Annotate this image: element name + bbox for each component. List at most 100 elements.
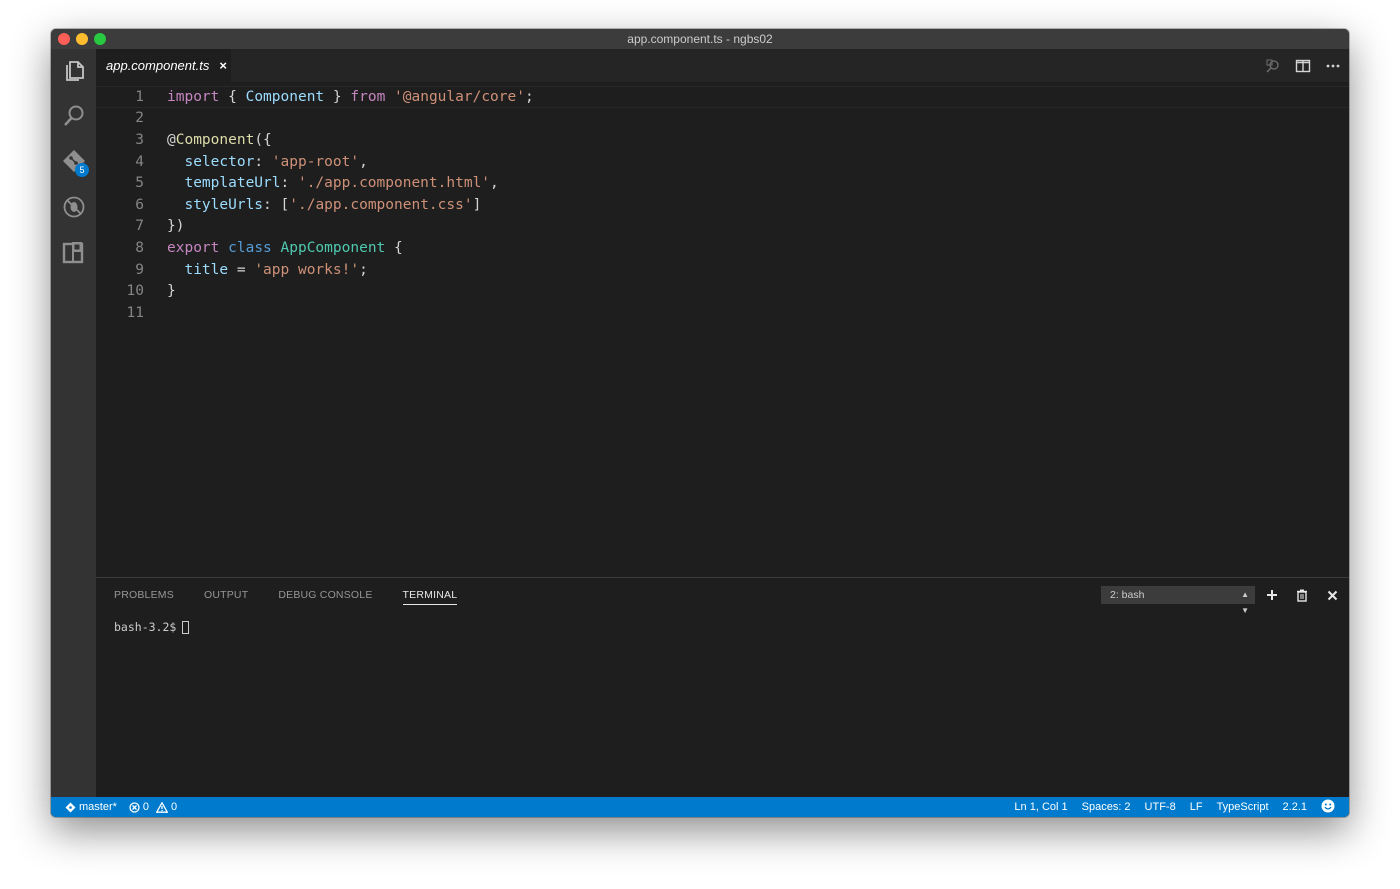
problems-status[interactable]: 0 0: [129, 801, 177, 813]
end-of-line[interactable]: LF: [1190, 801, 1203, 813]
code-token: }): [167, 218, 185, 235]
error-icon: [129, 801, 140, 813]
terminal-prompt: bash-3.2$: [114, 620, 177, 634]
debug-icon: [63, 196, 84, 218]
branch-status[interactable]: master*: [65, 801, 117, 813]
code-line[interactable]: 5 templateUrl: './app.component.html',: [96, 172, 1349, 194]
status-bar-right: Ln 1, Col 1 Spaces: 2 UTF-8 LF TypeScrip…: [1014, 799, 1335, 816]
minimize-window-button[interactable]: [76, 33, 88, 45]
line-number: 4: [135, 153, 144, 170]
warning-count: 0: [171, 801, 178, 813]
code-token: from: [350, 88, 386, 105]
cursor-position[interactable]: Ln 1, Col 1: [1014, 801, 1067, 813]
code-text: export class AppComponent {: [167, 240, 403, 256]
code-line[interactable]: 9 title = 'app works!';: [96, 259, 1349, 281]
branch-name: master*: [79, 801, 117, 813]
code-line[interactable]: 6 styleUrls: ['./app.component.css']: [96, 194, 1349, 216]
tab-label: app.component.ts: [106, 58, 210, 73]
search-icon: [63, 105, 83, 126]
code-line[interactable]: 8 export class AppComponent {: [96, 237, 1349, 259]
code-token: class: [228, 239, 272, 256]
close-tab-icon[interactable]: ×: [219, 58, 227, 73]
tab-app-component-ts[interactable]: app.component.ts ×: [96, 49, 231, 82]
code-line[interactable]: 1 import { Component } from '@angular/cor…: [96, 86, 1349, 108]
code-token: ,: [359, 153, 368, 170]
language-mode[interactable]: TypeScript: [1217, 801, 1269, 813]
code-text: @Component({: [167, 132, 272, 148]
close-icon: [1327, 590, 1337, 600]
close-window-button[interactable]: [58, 33, 70, 45]
open-changes-button[interactable]: [1265, 58, 1281, 74]
code-token: ;: [359, 261, 368, 278]
line-number: 10: [126, 283, 144, 300]
code-token: =: [228, 261, 255, 278]
terminal-select-value: 2: bash: [1110, 589, 1145, 601]
status-bar: master* 0 0 Ln 1, Col 1 Spaces: 2 UTF-8 …: [51, 797, 1349, 817]
explorer-button[interactable]: [51, 51, 96, 91]
line-number: 6: [135, 196, 144, 213]
code-token: 'app-root': [271, 153, 360, 170]
tab-debug-console[interactable]: DEBUG CONSOLE: [278, 589, 372, 605]
error-count: 0: [142, 801, 150, 813]
plus-icon: [1267, 590, 1277, 600]
split-editor-button[interactable]: [1295, 58, 1311, 74]
code-line[interactable]: 4 selector: 'app-root',: [96, 151, 1349, 173]
encoding[interactable]: UTF-8: [1145, 801, 1176, 813]
code-token: }: [167, 283, 176, 300]
warning-icon: [156, 801, 169, 813]
editor-tab-bar: app.component.ts ×: [96, 49, 1349, 82]
code-editor[interactable]: 1 import { Component } from '@angular/cor…: [96, 82, 1349, 577]
code-token: {: [385, 239, 403, 256]
line-number: 3: [135, 131, 144, 148]
more-actions-button[interactable]: [1325, 58, 1341, 74]
tab-output[interactable]: OUTPUT: [204, 589, 248, 605]
terminal-select[interactable]: 2: bash ▲ ▼: [1101, 586, 1255, 615]
code-token: @: [167, 131, 176, 148]
code-line[interactable]: 3 @Component({: [96, 129, 1349, 151]
new-terminal-button[interactable]: [1265, 587, 1279, 603]
maximize-window-button[interactable]: [94, 33, 106, 45]
bottom-panel: PROBLEMS OUTPUT DEBUG CONSOLE TERMINAL 2: b…: [96, 577, 1349, 797]
source-control-button[interactable]: 5: [51, 141, 96, 181]
debug-button[interactable]: [51, 187, 96, 227]
code-text: selector: 'app-root',: [167, 153, 368, 170]
window-title: app.component.ts - ngbs02: [627, 32, 773, 46]
extensions-button[interactable]: [51, 232, 96, 272]
terminal-output[interactable]: bash-3.2$: [114, 620, 190, 634]
title-bar: app.component.ts - ngbs02: [51, 29, 1349, 49]
editor-actions: [1265, 49, 1341, 82]
terminal-cursor: [182, 620, 190, 634]
code-token: : [: [263, 196, 290, 213]
extensions-icon: [62, 242, 83, 264]
code-token: templateUrl: [184, 175, 281, 192]
tab-problems[interactable]: PROBLEMS: [114, 589, 174, 605]
scm-badge: 5: [75, 163, 89, 177]
code-token: AppComponent: [280, 239, 386, 256]
indentation[interactable]: Spaces: 2: [1082, 801, 1131, 813]
code-text: styleUrls: ['./app.component.css']: [167, 197, 481, 213]
files-icon: [65, 61, 84, 81]
code-line[interactable]: 11: [96, 302, 1349, 324]
split-editor-icon: [1295, 59, 1311, 72]
tab-terminal[interactable]: TERMINAL: [402, 589, 458, 605]
typescript-version[interactable]: 2.2.1: [1283, 801, 1307, 813]
code-token: ]: [472, 196, 482, 213]
feedback-button[interactable]: [1321, 799, 1335, 816]
close-panel-button[interactable]: [1325, 587, 1339, 603]
kill-terminal-button[interactable]: [1295, 587, 1309, 603]
code-token: :: [254, 153, 272, 170]
panel-actions: [1265, 587, 1339, 603]
git-branch-icon: [65, 802, 76, 812]
code-token: title: [184, 261, 229, 278]
code-token: './app.component.html': [297, 175, 491, 192]
search-button[interactable]: [51, 96, 96, 136]
code-line[interactable]: 10}: [96, 280, 1349, 302]
smiley-icon: [1321, 799, 1335, 812]
line-number: 8: [135, 239, 144, 256]
code-line[interactable]: 2: [96, 108, 1349, 130]
code-line[interactable]: 7}): [96, 216, 1349, 238]
code-text: }): [167, 218, 184, 234]
